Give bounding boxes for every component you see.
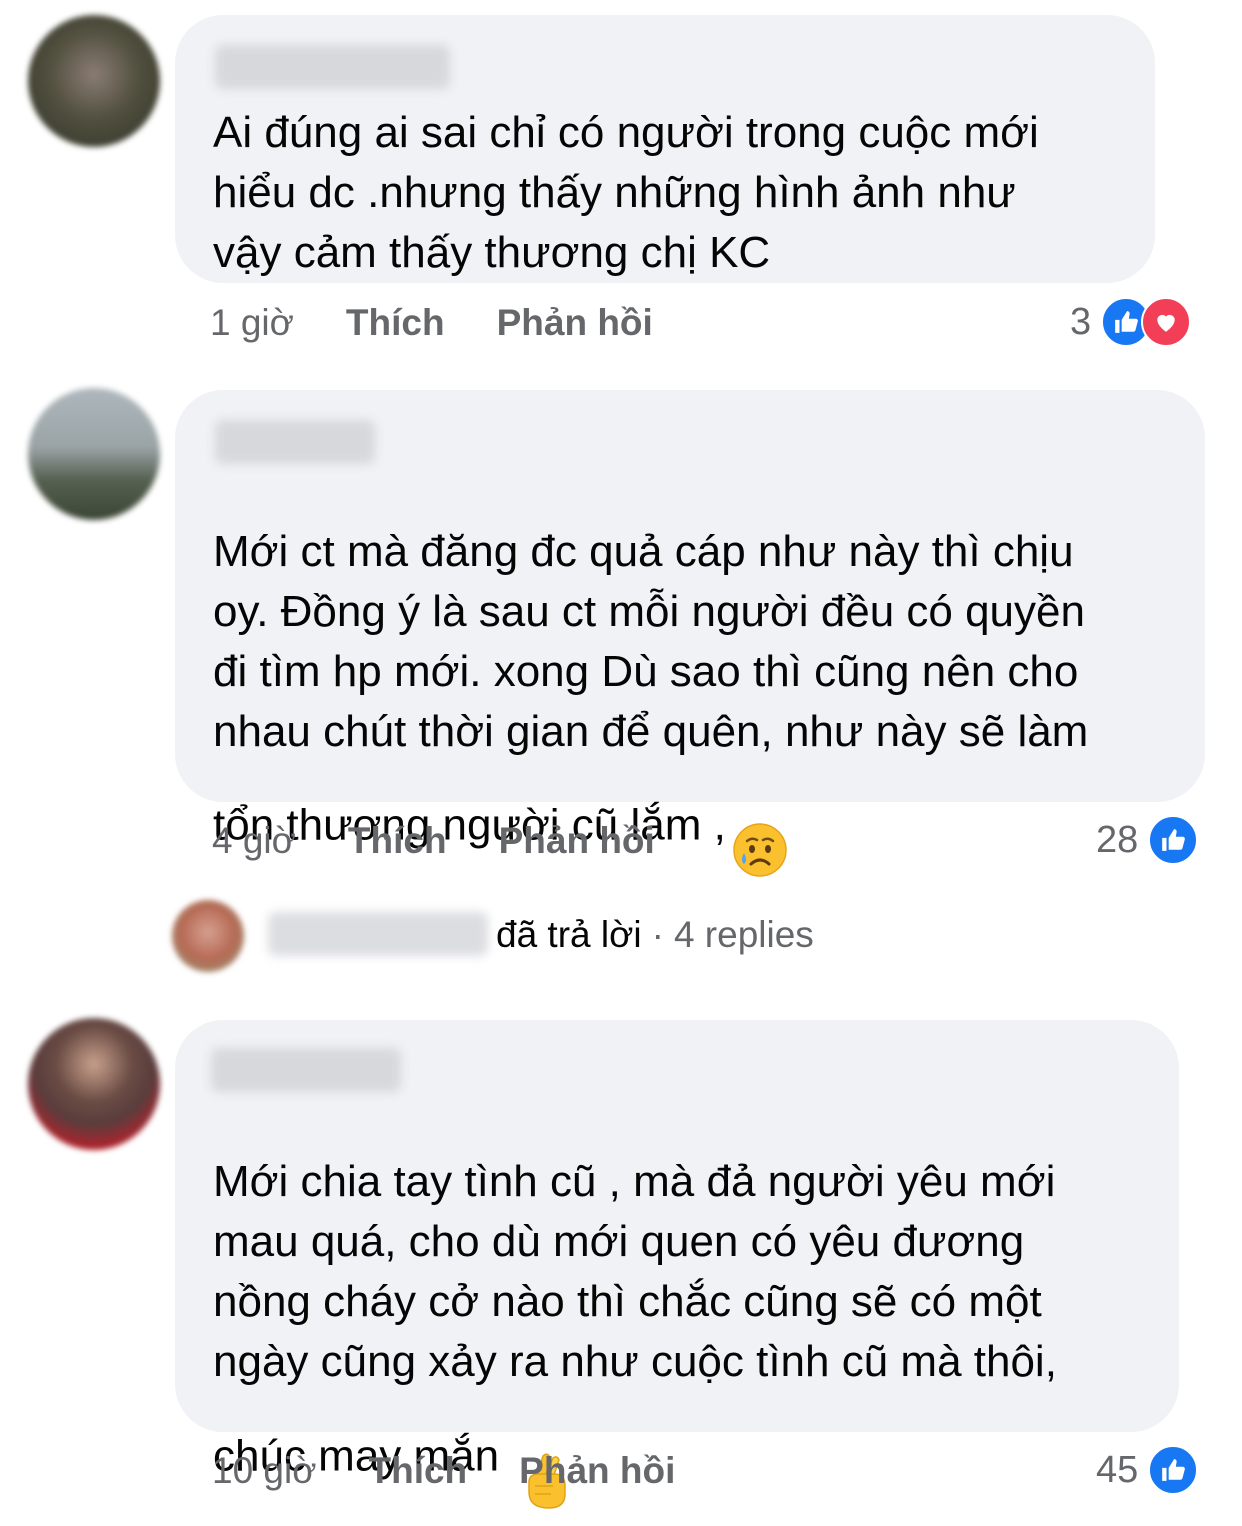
- comment-time[interactable]: 1 giờ: [210, 302, 294, 344]
- like-button[interactable]: Thích: [369, 1450, 468, 1492]
- comment-text: Ai đúng ai sai chỉ có người trong cuộc m…: [213, 108, 1039, 277]
- reaction-count: 3: [1070, 300, 1092, 343]
- reaction-summary[interactable]: 28: [1096, 815, 1199, 865]
- love-icon: [1141, 297, 1192, 347]
- author-name-blurred[interactable]: [215, 420, 375, 464]
- reply-button[interactable]: Phản hồi: [499, 820, 655, 862]
- replied-label: đã trả lời: [496, 914, 642, 955]
- avatar[interactable]: [28, 1018, 160, 1150]
- comment-meta: 4 giờ Thích Phản hồi: [212, 816, 655, 866]
- like-icon: [1148, 1445, 1199, 1495]
- comment-meta: 10 giờ Thích Phản hồi: [212, 1446, 675, 1496]
- separator: ·: [651, 914, 664, 955]
- author-name-blurred[interactable]: [215, 45, 450, 89]
- avatar[interactable]: [28, 388, 160, 520]
- comment-bubble: Ai đúng ai sai chỉ có người trong cuộc m…: [175, 15, 1155, 283]
- replies-count: 4 replies: [673, 914, 814, 955]
- sad-tear-emoji: [732, 762, 788, 894]
- like-icon: [1148, 815, 1199, 865]
- replier-name-blurred[interactable]: [268, 912, 488, 956]
- comment-text-body: Mới chia tay tình cũ , mà đả người yêu m…: [213, 1157, 1057, 1481]
- comment-text-body: Mới ct mà đăng đc quả cáp như này thì ch…: [213, 527, 1089, 850]
- avatar[interactable]: [28, 15, 160, 147]
- view-replies-link[interactable]: đã trả lời · 4 replies: [496, 910, 814, 960]
- comment-meta: 1 giờ Thích Phản hồi: [210, 298, 653, 348]
- reply-avatar[interactable]: [172, 900, 244, 972]
- reaction-summary[interactable]: 45: [1096, 1445, 1199, 1495]
- comment-bubble: Mới ct mà đăng đc quả cáp như này thì ch…: [175, 390, 1205, 877]
- reaction-summary[interactable]: 3: [1070, 297, 1192, 347]
- reply-button[interactable]: Phản hồi: [519, 1450, 675, 1492]
- reaction-count: 45: [1096, 1448, 1139, 1491]
- reaction-count: 28: [1096, 818, 1139, 861]
- comment-time[interactable]: 10 giờ: [212, 1450, 317, 1492]
- author-name-blurred[interactable]: [211, 1048, 401, 1092]
- like-button[interactable]: Thích: [346, 302, 445, 344]
- comment-bubble: Mới chia tay tình cũ , mà đả người yêu m…: [175, 1020, 1179, 1509]
- reply-button[interactable]: Phản hồi: [497, 302, 653, 344]
- comment-time[interactable]: 4 giờ: [212, 820, 296, 862]
- like-button[interactable]: Thích: [348, 820, 447, 862]
